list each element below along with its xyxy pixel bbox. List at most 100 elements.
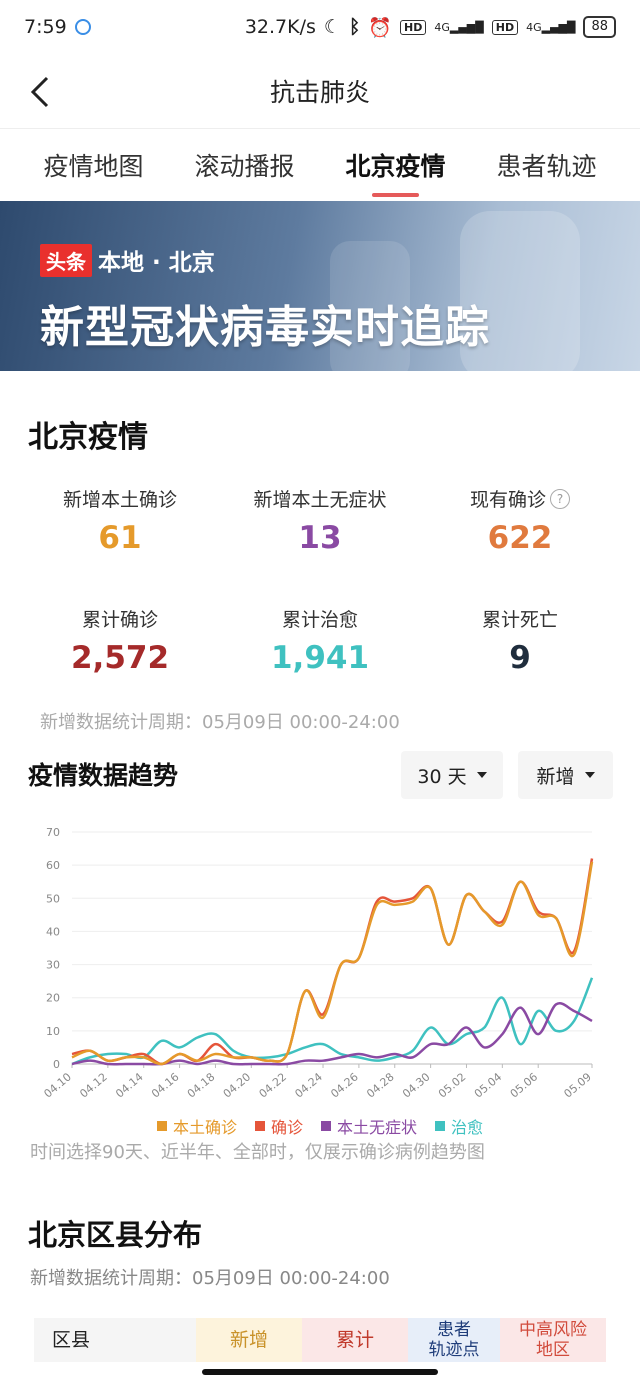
tab-patient-tracks[interactable]: 患者轨迹	[492, 137, 600, 193]
stat-label: 累计治愈	[281, 609, 358, 631]
x-tick-label: 04.20	[221, 1070, 253, 1100]
column-total[interactable]: 累计	[302, 1318, 408, 1362]
stat-current-confirmed: 现有确诊? 622	[415, 485, 625, 556]
tab-live-news[interactable]: 滚动播报	[190, 137, 298, 193]
y-tick-label: 0	[53, 1058, 60, 1071]
y-tick-label: 30	[46, 959, 60, 972]
column-new[interactable]: 新增	[196, 1318, 302, 1362]
trend-section-title: 疫情数据趋势	[28, 761, 179, 790]
column-risk-areas[interactable]: 中高风险 地区	[500, 1318, 606, 1362]
range-select[interactable]: 30 天	[401, 751, 503, 799]
column-district[interactable]: 区县	[34, 1318, 196, 1362]
caret-down-icon	[476, 772, 487, 778]
stat-new-local-confirmed: 新增本土确诊 61	[15, 485, 225, 556]
legend-item[interactable]: 确诊	[254, 1114, 303, 1138]
x-tick-label: 04.10	[41, 1070, 73, 1100]
type-select[interactable]: 新增	[518, 751, 613, 799]
stat-value: 61	[98, 520, 142, 556]
legend-swatch	[254, 1121, 265, 1131]
toutiao-logo: 头条	[40, 243, 92, 277]
x-tick-label: 05.06	[508, 1070, 540, 1100]
stat-total-recovered: 累计治愈 1,941	[215, 605, 425, 676]
x-tick-label: 05.04	[472, 1070, 504, 1100]
signal-icon-2: 4G▂▄▆█	[526, 20, 576, 34]
trend-chart[interactable]: 0 10 20 30 40 50 60 70 04.10 04.12 04.14 04.16 04.18…	[0, 812, 640, 1112]
x-tick-label: 04.24	[292, 1070, 324, 1100]
stat-value: 2,572	[70, 640, 170, 676]
legend-swatch	[156, 1121, 167, 1131]
signal-icon: 4G▂▄▆█	[434, 20, 484, 34]
notification-icon	[74, 19, 91, 35]
header: 抗击肺炎	[0, 54, 640, 129]
bluetooth-icon: ᛒ	[348, 16, 361, 38]
district-table-header: 区县 新增 累计 患者 轨迹点 中高风险 地区	[34, 1318, 606, 1362]
caret-down-icon	[584, 772, 595, 778]
x-tick-label: 04.28	[364, 1070, 396, 1100]
tab-bar: 疫情地图 滚动播报 北京疫情 患者轨迹	[0, 129, 640, 201]
stat-new-local-asymptomatic: 新增本土无症状 13	[215, 485, 425, 556]
y-tick-label: 10	[46, 1025, 60, 1038]
y-tick-label: 60	[46, 859, 60, 872]
battery-icon: 88	[583, 16, 616, 38]
stat-label-text: 现有确诊	[469, 489, 546, 511]
status-time: 7:59	[24, 16, 67, 38]
y-tick-label: 40	[46, 925, 60, 938]
district-period-note: 新增数据统计周期：05月09日 00:00-24:00	[30, 1268, 390, 1289]
banner-tag: 头条 本地 · 北京	[40, 243, 215, 277]
stat-total-confirmed: 累计确诊 2,572	[15, 605, 225, 676]
network-speed: 32.7K/s	[244, 16, 316, 38]
legend-label: 治愈	[451, 1118, 484, 1137]
stat-label: 累计确诊	[81, 609, 158, 631]
chart-legend: 本土确诊 确诊 本土无症状 治愈	[0, 1114, 640, 1138]
stat-label: 新增本土无症状	[253, 489, 387, 511]
beijing-section-title: 北京疫情	[28, 420, 148, 455]
stat-label: 现有确诊?	[470, 485, 570, 512]
x-tick-label: 04.12	[77, 1070, 109, 1100]
legend-swatch	[435, 1121, 446, 1131]
moon-icon: ☾	[323, 16, 341, 38]
x-tick-label: 04.22	[257, 1070, 289, 1100]
chevron-left-icon	[30, 76, 49, 108]
x-tick-label: 04.30	[400, 1070, 432, 1100]
district-section-title: 北京区县分布	[28, 1218, 203, 1252]
banner-title: 新型冠状病毒实时追踪	[40, 302, 490, 353]
back-button[interactable]	[22, 74, 58, 110]
x-tick-label: 04.18	[185, 1070, 217, 1100]
x-tick-label: 05.09	[561, 1070, 593, 1100]
tab-epidemic-map[interactable]: 疫情地图	[39, 137, 147, 193]
stat-total-deaths: 累计死亡 9	[415, 605, 625, 676]
legend-label: 确诊	[270, 1118, 303, 1137]
legend-item[interactable]: 本土确诊	[156, 1114, 237, 1138]
type-select-value: 新增	[536, 765, 575, 788]
stat-value: 622	[487, 520, 553, 556]
stat-value: 1,941	[270, 640, 370, 676]
page-title: 抗击肺炎	[269, 78, 370, 107]
hd-badge-2: HD	[491, 19, 519, 35]
net-label-2: 4G	[526, 20, 542, 34]
stat-label: 累计死亡	[481, 609, 558, 631]
legend-label: 本土无症状	[337, 1118, 418, 1137]
x-tick-label: 04.14	[113, 1070, 145, 1100]
tab-beijing-epidemic[interactable]: 北京疫情	[341, 137, 449, 197]
stat-value: 13	[298, 520, 342, 556]
y-tick-label: 20	[46, 992, 60, 1005]
legend-item[interactable]: 本土无症状	[321, 1114, 417, 1138]
status-bar: 7:59 32.7K/s ☾ ᛒ ⏰ HD 4G▂▄▆█ HD 4G▂▄▆█ 8…	[0, 0, 640, 54]
trend-footnote: 时间选择90天、近半年、全部时，仅展示确诊病例趋势图	[30, 1142, 485, 1163]
x-tick-label: 04.26	[328, 1070, 360, 1100]
stat-label: 新增本土确诊	[62, 489, 177, 511]
stat-value: 9	[509, 640, 531, 676]
range-select-value: 30 天	[417, 765, 467, 788]
legend-item[interactable]: 治愈	[435, 1114, 483, 1138]
legend-label: 本土确诊	[172, 1118, 237, 1137]
y-tick-label: 50	[46, 892, 60, 905]
banner[interactable]: 头条 本地 · 北京 新型冠状病毒实时追踪	[0, 201, 640, 371]
x-tick-label: 05.02	[436, 1070, 468, 1100]
home-indicator[interactable]	[202, 1369, 438, 1375]
y-tick-label: 70	[46, 826, 60, 839]
stats-period-note: 新增数据统计周期：05月09日 00:00-24:00	[40, 712, 400, 733]
hd-badge: HD	[400, 19, 427, 35]
net-label: 4G	[434, 20, 450, 34]
question-icon[interactable]: ?	[550, 488, 570, 509]
column-patient-tracks[interactable]: 患者 轨迹点	[408, 1318, 500, 1362]
